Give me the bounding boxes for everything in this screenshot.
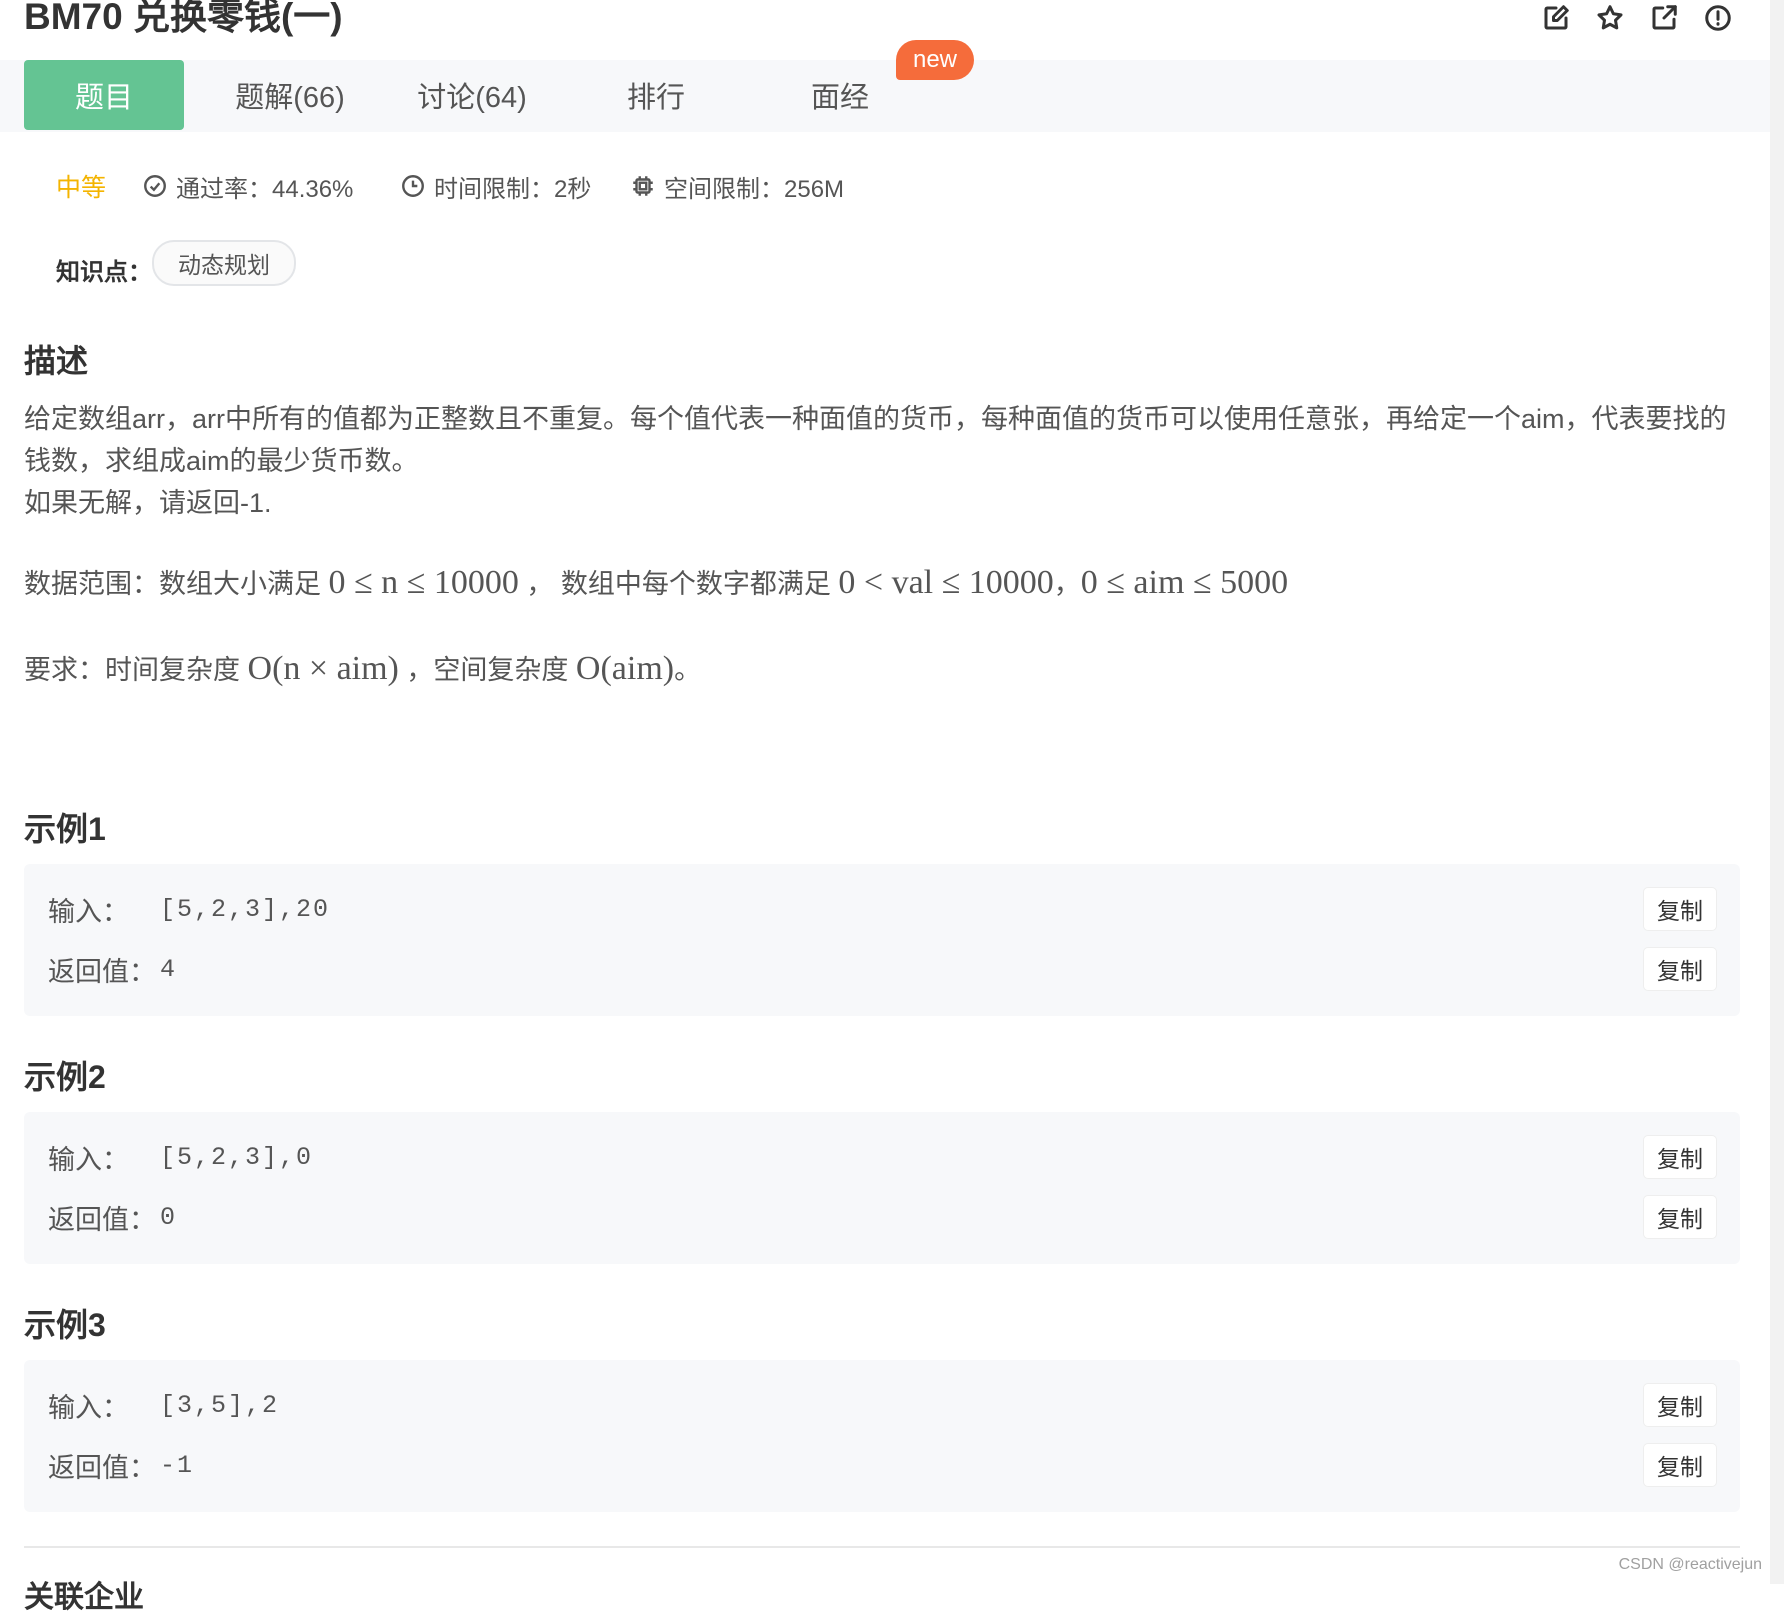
new-badge: new — [896, 40, 974, 80]
input-label: 输入： — [48, 897, 129, 927]
example-box: 输入： [3,5],2 复制 返回值： -1 复制 — [24, 1360, 1740, 1512]
tab-ranking[interactable]: 排行 — [576, 60, 736, 130]
example-box: 输入： [5,2,3],20 复制 返回值： 4 复制 — [24, 864, 1740, 1016]
input-value: [5,2,3],20 — [160, 895, 331, 924]
time-limit: 时间限制：2秒 — [400, 168, 591, 204]
complexity-requirement: 要求：时间复杂度 O(n × aim) ，空间复杂度 O(aim)。 — [24, 648, 1744, 691]
requirement-label: 要求：时间复杂度 — [24, 655, 240, 685]
time-limit-text: 时间限制：2秒 — [434, 175, 592, 203]
space-complexity: O(aim) — [575, 650, 675, 687]
input-label: 输入： — [48, 1145, 129, 1175]
output-value: -1 — [160, 1451, 195, 1480]
range-label: 数据范围：数组大小满足 — [24, 569, 321, 599]
edit-icon[interactable] — [1540, 2, 1572, 34]
data-range: 数据范围：数组大小满足 0 ≤ n ≤ 10000 ， 数组中每个数字都满足 0… — [24, 562, 1744, 605]
copy-output-button[interactable]: 复制 — [1644, 948, 1716, 990]
example-heading: 示例1 — [24, 811, 106, 847]
toolbar-slot — [1648, 0, 1680, 36]
range-expression-n: 0 ≤ n ≤ 10000 — [328, 564, 519, 601]
page-title: BM70 兑换零钱(一) — [24, 0, 343, 37]
watermark: CSDN @reactivejun — [1618, 1556, 1762, 1573]
copy-input-button[interactable]: 复制 — [1644, 1136, 1716, 1178]
related-companies-heading: 关联企业 — [24, 1581, 144, 1614]
description-no-solution: 如果无解，请返回-1. — [24, 488, 272, 518]
input-label: 输入： — [48, 1393, 129, 1423]
scrollbar-track[interactable] — [1770, 0, 1784, 1584]
space-limit-text: 空间限制：256M — [664, 175, 845, 203]
input-value: [3,5],2 — [160, 1391, 280, 1420]
star-icon[interactable] — [1594, 2, 1626, 34]
knowledge-tag[interactable]: 动态规划 — [152, 240, 296, 286]
requirement-middle-text: ，空间复杂度 — [406, 655, 569, 685]
report-icon[interactable] — [1702, 2, 1734, 34]
range-middle-text: ， 数组中每个数字都满足 — [526, 569, 831, 599]
example-output-row: 返回值： 0 — [48, 1198, 177, 1237]
divider — [24, 1546, 1740, 1548]
knowledge-label: 知识点： — [56, 259, 152, 286]
toolbar-slot — [1594, 0, 1626, 36]
output-label: 返回值： — [48, 957, 156, 987]
copy-input-button[interactable]: 复制 — [1644, 1384, 1716, 1426]
time-complexity: O(n × aim) — [247, 650, 399, 687]
copy-output-button[interactable]: 复制 — [1644, 1444, 1716, 1486]
example-heading: 示例3 — [24, 1307, 106, 1343]
example-output-row: 返回值： -1 — [48, 1446, 194, 1485]
check-circle-icon — [144, 175, 166, 197]
toolbar — [1540, 0, 1572, 36]
requirement-end: 。 — [674, 655, 702, 685]
output-label: 返回值： — [48, 1205, 156, 1235]
output-value: 0 — [160, 1203, 178, 1232]
output-value: 4 — [160, 955, 178, 984]
share-icon[interactable] — [1648, 2, 1680, 34]
example-heading: 示例2 — [24, 1059, 106, 1095]
pass-rate-text: 通过率：44.36% — [176, 175, 354, 203]
space-limit: 空间限制：256M — [630, 168, 844, 204]
difficulty-value: 中等 — [56, 174, 107, 202]
tab-discussion[interactable]: 讨论(64) — [392, 60, 552, 130]
description-text: 给定数组arr，arr中所有的值都为正整数且不重复。每个值代表一种面值的货币，每… — [24, 404, 1727, 476]
copy-output-button[interactable]: 复制 — [1644, 1196, 1716, 1238]
example-input-row: 输入： [5,2,3],0 — [48, 1138, 313, 1177]
tab-problem[interactable]: 题目 — [24, 60, 184, 130]
copy-input-button[interactable]: 复制 — [1644, 888, 1716, 930]
chip-icon — [633, 176, 653, 196]
range-expression-val: 0 < val ≤ 10000 — [838, 564, 1054, 601]
pass-rate: 通过率：44.36% — [142, 168, 353, 204]
clock-icon — [402, 175, 424, 197]
example-input-row: 输入： [5,2,3],20 — [48, 890, 330, 929]
tab-solutions[interactable]: 题解(66) — [210, 60, 370, 130]
difficulty-label: 中等 — [56, 168, 106, 204]
example-output-row: 返回值： 4 — [48, 950, 177, 989]
output-label: 返回值： — [48, 1453, 156, 1483]
example-box: 输入： [5,2,3],0 复制 返回值： 0 复制 — [24, 1112, 1740, 1264]
example-input-row: 输入： [3,5],2 — [48, 1386, 279, 1425]
range-separator: ， — [1053, 569, 1081, 599]
toolbar-slot — [1702, 0, 1734, 36]
range-expression-aim: 0 ≤ aim ≤ 5000 — [1080, 564, 1289, 601]
description-heading: 描述 — [24, 343, 89, 379]
input-value: [5,2,3],0 — [160, 1143, 314, 1172]
